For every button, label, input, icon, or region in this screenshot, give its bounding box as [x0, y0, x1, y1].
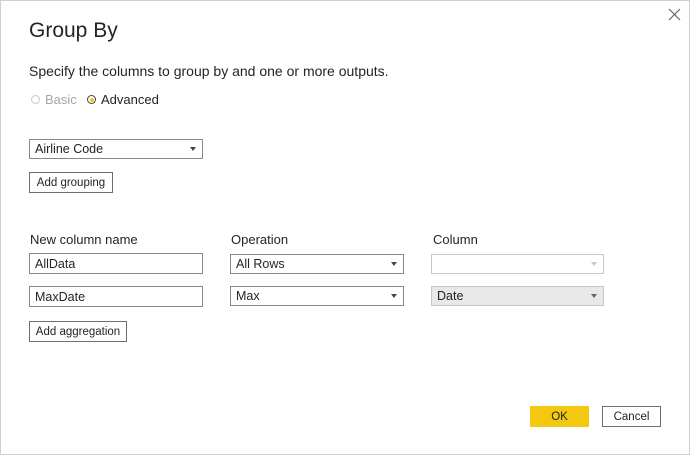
- radio-icon: [31, 95, 40, 104]
- chevron-down-icon: [591, 294, 597, 298]
- chevron-down-icon: [190, 147, 196, 151]
- operation-select[interactable]: Max: [230, 286, 404, 306]
- radio-basic-label: Basic: [45, 92, 77, 107]
- dialog-subtitle: Specify the columns to group by and one …: [29, 63, 389, 79]
- chevron-down-icon: [391, 294, 397, 298]
- column-select[interactable]: Date: [431, 286, 604, 306]
- ok-button[interactable]: OK: [530, 406, 589, 427]
- chevron-down-icon: [391, 262, 397, 266]
- chevron-down-icon: [591, 262, 597, 266]
- operation-value: Max: [236, 289, 260, 303]
- operation-select[interactable]: All Rows: [230, 254, 404, 274]
- new-column-name-input[interactable]: MaxDate: [29, 286, 203, 307]
- grouping-column-select[interactable]: Airline Code: [29, 139, 203, 159]
- cancel-button[interactable]: Cancel: [602, 406, 661, 427]
- add-grouping-button[interactable]: Add grouping: [29, 172, 113, 193]
- column-select: [431, 254, 604, 274]
- radio-advanced[interactable]: Advanced: [87, 92, 159, 107]
- operation-value: All Rows: [236, 257, 285, 271]
- column-value: Date: [437, 289, 464, 303]
- group-by-dialog: Group By Specify the columns to group by…: [0, 0, 690, 455]
- header-operation: Operation: [231, 232, 289, 247]
- dialog-title: Group By: [29, 19, 118, 42]
- header-new-column-name: New column name: [30, 232, 138, 247]
- radio-selected-icon: [87, 95, 96, 104]
- close-icon[interactable]: [665, 5, 685, 25]
- add-aggregation-button[interactable]: Add aggregation: [29, 321, 127, 342]
- radio-advanced-label: Advanced: [101, 92, 159, 107]
- new-column-name-input[interactable]: AllData: [29, 253, 203, 274]
- header-column: Column: [433, 232, 478, 247]
- radio-basic[interactable]: Basic: [31, 92, 77, 107]
- grouping-column-value: Airline Code: [35, 142, 104, 156]
